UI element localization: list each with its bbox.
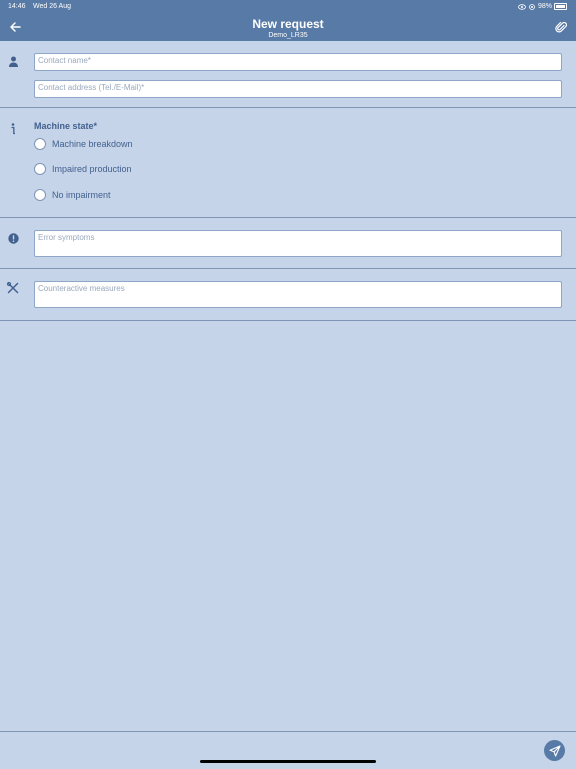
eye-icon	[518, 3, 526, 10]
location-icon	[529, 3, 535, 10]
status-icons: 98%	[518, 3, 552, 10]
counteractive-measures-field[interactable]	[34, 281, 562, 308]
error-section	[0, 218, 576, 269]
paperclip-icon	[555, 21, 567, 32]
machine-state-label: Machine state*	[34, 121, 98, 131]
radio-label: Impaired production	[52, 164, 132, 174]
measures-section	[0, 269, 576, 321]
error-symptoms-input[interactable]	[38, 233, 558, 242]
radio-label: Machine breakdown	[52, 139, 133, 149]
app-header: 14:46 Wed 26 Aug 98% New request Demo_LR…	[0, 0, 576, 41]
radio-button[interactable]	[34, 138, 46, 150]
machine-state-section: Machine state* Machine breakdown Impaire…	[0, 108, 576, 218]
status-time: 14:46	[8, 3, 26, 10]
radio-machine-breakdown[interactable]: Machine breakdown	[34, 137, 133, 151]
page-subtitle: Demo_LR35	[268, 32, 308, 39]
status-date: Wed 26 Aug	[33, 3, 72, 10]
battery-icon	[554, 3, 567, 10]
contact-section	[0, 41, 576, 108]
contact-name-input[interactable]	[38, 56, 558, 65]
page-title: New request	[252, 17, 324, 31]
radio-no-impairment[interactable]: No impairment	[34, 188, 111, 202]
tools-icon	[6, 281, 20, 295]
info-icon	[6, 122, 20, 136]
home-indicator	[200, 760, 376, 763]
exclamation-circle-icon	[6, 231, 20, 245]
title-block: New request Demo_LR35	[0, 18, 576, 40]
attach-button[interactable]	[552, 18, 570, 36]
radio-button[interactable]	[34, 189, 46, 201]
error-symptoms-field[interactable]	[34, 230, 562, 257]
battery-fill	[556, 5, 565, 8]
radio-button[interactable]	[34, 163, 46, 175]
contact-address-input[interactable]	[38, 83, 558, 92]
paper-plane-icon	[548, 744, 561, 757]
contact-address-field[interactable]	[34, 80, 562, 98]
counteractive-measures-input[interactable]	[38, 284, 558, 293]
person-icon	[6, 54, 20, 68]
radio-label: No impairment	[52, 190, 111, 200]
radio-impaired-production[interactable]: Impaired production	[34, 162, 132, 176]
send-button[interactable]	[544, 740, 565, 761]
bottom-toolbar	[0, 731, 576, 769]
battery-percent: 98%	[537, 3, 552, 10]
contact-name-field[interactable]	[34, 53, 562, 71]
